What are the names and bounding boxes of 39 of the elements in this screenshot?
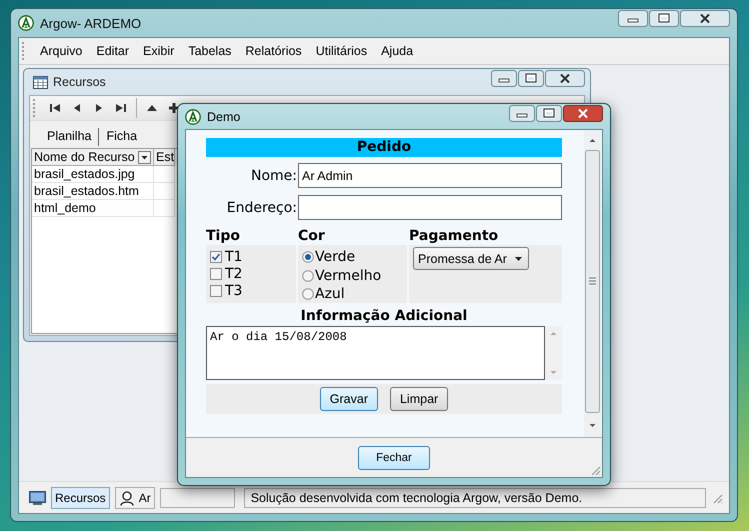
menu-item[interactable]: Editar (89, 44, 136, 58)
tab[interactable]: Ficha (99, 128, 144, 146)
menu-item[interactable]: Tabelas (181, 44, 238, 58)
menu-item[interactable]: Utilitários (308, 44, 374, 58)
menu-item[interactable]: Ajuda (374, 44, 420, 58)
menu-item[interactable]: Arquivo (33, 44, 90, 58)
option-label: Verde (315, 249, 356, 266)
column-header[interactable]: Nome do Recurso (32, 149, 154, 166)
window-title: Recursos (53, 75, 106, 89)
task-button[interactable]: Recursos (51, 486, 110, 508)
option-label: T2 (225, 266, 242, 282)
input-field[interactable]: Ar Admin (298, 163, 562, 188)
dropdown[interactable]: Promessa de Ar (413, 247, 529, 270)
menu-item[interactable]: Exibir (136, 44, 182, 58)
status-message: Solução desenvolvida com tecnologia Argow, versão Demo. (244, 488, 706, 508)
form-button[interactable]: Limpar (390, 387, 448, 411)
option-label: Azul (315, 286, 345, 302)
tab[interactable]: Planilha (40, 128, 100, 146)
table-cell: brasil_estados.htm (32, 183, 154, 200)
option-label: Vermelho (315, 268, 382, 284)
option-label: T3 (225, 282, 242, 298)
field-label: Nome: (250, 168, 298, 184)
group-title: Cor (298, 227, 326, 245)
dialog-title: Demo (207, 110, 240, 124)
form-header: Pedido (206, 138, 562, 157)
option-label: T1 (225, 248, 242, 264)
text-area[interactable]: Ar o dia 15/08/2008 (206, 326, 545, 380)
table-cell: brasil_estados.jpg (32, 166, 154, 183)
form-button[interactable]: Gravar (320, 387, 378, 411)
header-label: Nome do Recurso (34, 150, 135, 164)
menu-item[interactable]: Relatórios (238, 44, 309, 58)
group-title: Pagamento (409, 227, 500, 245)
window-title: Argow- ARDEMO (40, 16, 142, 30)
group-title: Tipo (206, 227, 241, 245)
table-cell: html_demo (32, 200, 154, 217)
section-title: Informação Adicional (300, 307, 468, 325)
task-button[interactable]: Ar (114, 486, 155, 508)
close-button[interactable]: Fechar (358, 446, 430, 470)
field-label: Endereço: (226, 200, 298, 216)
